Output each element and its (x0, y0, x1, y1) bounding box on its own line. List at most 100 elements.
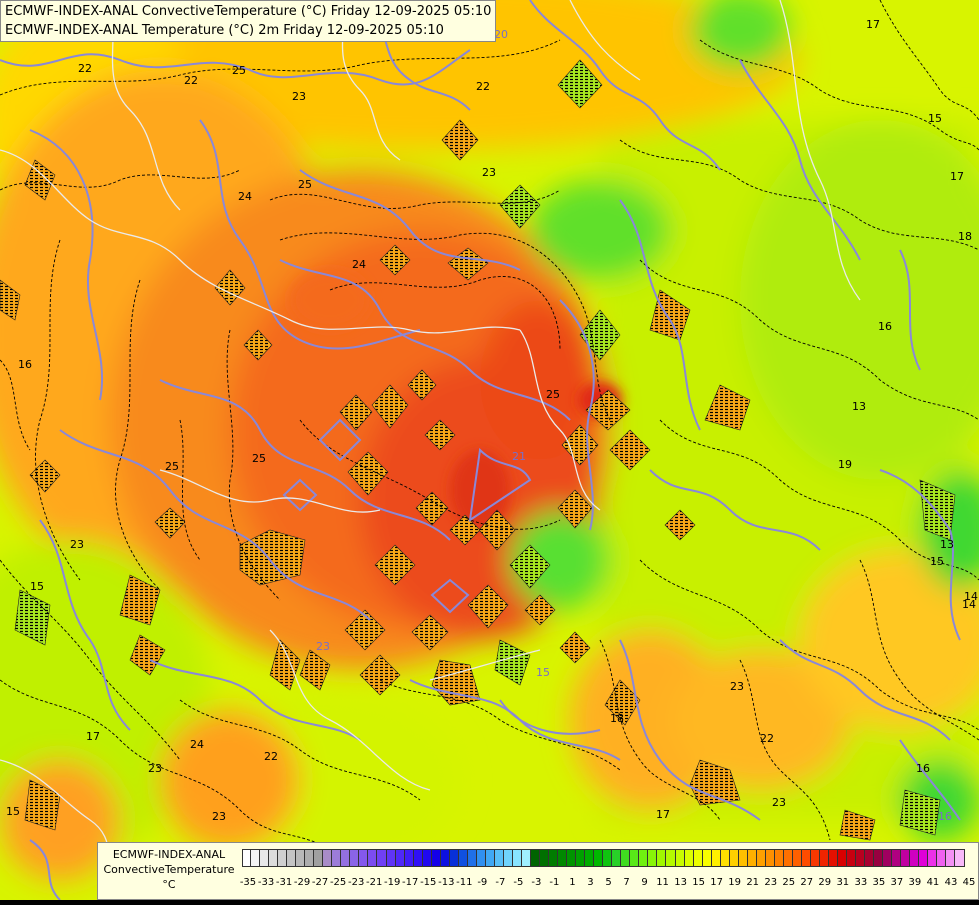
legend-swatch (946, 849, 956, 867)
legend-tick: 25 (782, 877, 796, 888)
contour-label: 22 (264, 750, 278, 763)
legend-swatch (585, 849, 595, 867)
title-line-temperature: ECMWF-INDEX-ANAL Temperature (°C) 2m Fri… (5, 23, 444, 38)
legend-tick: 31 (836, 877, 850, 888)
contour-label: 23 (316, 640, 330, 653)
legend-color-bar (242, 849, 965, 867)
legend-swatch (603, 849, 613, 867)
legend-swatch (865, 849, 875, 867)
legend-variable: ConvectiveTemperature (103, 863, 235, 876)
legend-swatch (503, 849, 513, 867)
legend-tick: 43 (944, 877, 958, 888)
contour-label: 15 (6, 805, 20, 818)
legend-swatch (540, 849, 550, 867)
legend-swatch (242, 849, 252, 867)
contour-label: 23 (730, 680, 744, 693)
legend-tick: 29 (818, 877, 832, 888)
legend-tick: -11 (456, 877, 473, 888)
legend-swatch (269, 849, 279, 867)
legend-swatch (531, 849, 541, 867)
legend-tick: 17 (710, 877, 724, 888)
contour-label: 22 (78, 62, 92, 75)
legend-tick: -5 (513, 877, 524, 888)
legend-swatch (368, 849, 378, 867)
legend-tick: 21 (746, 877, 760, 888)
contour-label: 23 (70, 538, 84, 551)
legend-swatch (377, 849, 387, 867)
weather-map: 22 22 23 24 25 25 23 22 23 24 25 25 15 1… (0, 0, 979, 901)
contour-label: 23 (772, 796, 786, 809)
legend-swatch (431, 849, 441, 867)
legend-tick: 35 (872, 877, 886, 888)
legend-swatch (657, 849, 667, 867)
contour-label: 15 (928, 112, 942, 125)
contour-label: 15 (30, 580, 44, 593)
contour-label: 17 (86, 730, 100, 743)
contour-label: 24 (352, 258, 366, 271)
legend-swatch (630, 849, 640, 867)
title-line-convective: ECMWF-INDEX-ANAL ConvectiveTemperature (… (5, 4, 492, 19)
legend-swatch (756, 849, 766, 867)
legend-swatch (774, 849, 784, 867)
contour-label: 25 (252, 452, 266, 465)
legend-swatch (666, 849, 676, 867)
legend-tick: -13 (438, 877, 455, 888)
contour-label: 24 (190, 738, 204, 751)
contour-label: 25 (546, 388, 560, 401)
legend-swatch (783, 849, 793, 867)
legend-swatch (278, 849, 288, 867)
legend-swatch (386, 849, 396, 867)
legend-swatch (856, 849, 866, 867)
legend-swatch (467, 849, 477, 867)
legend-swatch (323, 849, 333, 867)
legend-swatch (955, 849, 965, 867)
contour-label: 16 (18, 358, 32, 371)
contour-label: 14 (964, 590, 978, 603)
contour-label: 22 (476, 80, 490, 93)
legend-tick: 41 (926, 877, 940, 888)
legend-swatch (792, 849, 802, 867)
contour-label: 15 (536, 666, 550, 679)
legend-title: ECMWF-INDEX-ANAL ConvectiveTemperature °… (100, 847, 238, 892)
legend-swatch (810, 849, 820, 867)
legend-swatch (576, 849, 586, 867)
legend-tick: 37 (890, 877, 904, 888)
legend-tick: 45 (962, 877, 976, 888)
legend-swatch (332, 849, 342, 867)
legend-tick: -7 (495, 877, 506, 888)
legend-swatch (395, 849, 405, 867)
legend-tick: -17 (402, 877, 419, 888)
legend-swatch (829, 849, 839, 867)
legend-swatch (883, 849, 893, 867)
legend-tick: -29 (293, 877, 311, 888)
legend-swatch (838, 849, 848, 867)
legend-swatch (684, 849, 694, 867)
contour-label: 23 (292, 90, 306, 103)
legend-swatch (404, 849, 414, 867)
legend-tick: 3 (587, 877, 594, 888)
legend-model: ECMWF-INDEX-ANAL (112, 848, 226, 861)
legend-tick: -25 (329, 877, 347, 888)
legend-tick: -3 (531, 877, 542, 888)
legend-swatch (449, 849, 459, 867)
contour-label: 17 (866, 18, 880, 31)
legend-swatch (675, 849, 685, 867)
contour-label: 18 (958, 230, 972, 243)
contour-label: 15 (930, 555, 944, 568)
legend-swatch (305, 849, 315, 867)
contour-label: 22 (760, 732, 774, 745)
legend-swatch (485, 849, 495, 867)
legend-swatch (558, 849, 568, 867)
contour-label: 21 (512, 450, 526, 463)
legend-swatch (874, 849, 884, 867)
legend-swatch (359, 849, 369, 867)
contour-label: 24 (238, 190, 252, 203)
legend-swatch (892, 849, 902, 867)
legend-swatch (729, 849, 739, 867)
legend-swatch (621, 849, 631, 867)
legend-swatch (720, 849, 730, 867)
contour-label: 23 (482, 166, 496, 179)
legend-tick: 11 (656, 877, 669, 888)
legend-tick: 1 (569, 877, 576, 888)
legend-swatch (296, 849, 306, 867)
